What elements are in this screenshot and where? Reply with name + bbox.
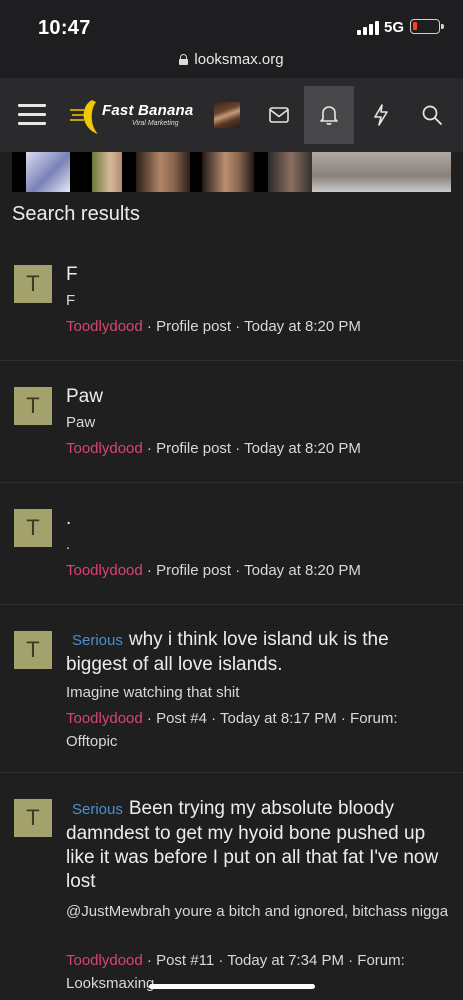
home-indicator[interactable] [149,984,315,989]
user-avatar[interactable] [214,102,240,128]
menu-icon[interactable] [18,102,46,126]
page-title: Search results [12,203,140,225]
search-result[interactable]: T Paw Paw Toodlydood · Profile post · To… [0,361,463,483]
avatar[interactable]: T [14,265,52,303]
result-title[interactable]: . [66,507,449,531]
signal-icon [357,21,379,35]
search-icon[interactable] [407,86,457,144]
bell-icon[interactable] [304,86,354,144]
mail-icon[interactable] [254,86,304,144]
result-title[interactable]: F [66,263,449,287]
thread-prefix[interactable]: Serious [72,632,123,649]
username-link[interactable]: Toodlydood [66,440,143,457]
search-result[interactable]: T Serious why i think love island uk is t… [0,605,463,773]
network-label: 5G [384,19,405,36]
result-snippet: . [66,536,71,553]
avatar[interactable]: T [14,631,52,669]
result-title[interactable]: Paw [66,385,449,409]
result-meta: Toodlydood · Profile post · Today at 8:2… [66,318,361,335]
search-result[interactable]: T . . Toodlydood · Profile post · Today … [0,483,463,605]
username-link[interactable]: Toodlydood [66,318,143,335]
username-link[interactable]: Toodlydood [66,952,143,969]
site-nav: Fast Banana Viral Marketing [0,78,463,152]
avatar[interactable]: T [14,509,52,547]
url-text: looksmax.org [194,51,284,68]
status-time: 10:47 [38,17,91,39]
username-link[interactable]: Toodlydood [66,710,143,727]
search-result[interactable]: T Serious Been trying my absolute bloody … [0,773,463,1000]
site-logo[interactable]: Fast Banana Viral Marketing [66,92,196,138]
banana-logo-icon [70,100,98,134]
result-title[interactable]: Serious why i think love island uk is the… [66,628,449,677]
browser-url-bar[interactable]: looksmax.org [0,44,463,78]
thread-prefix[interactable]: Serious [72,801,123,818]
result-meta: Toodlydood · Profile post · Today at 8:2… [66,562,361,579]
lock-icon [179,54,189,65]
battery-icon [410,19,444,34]
result-snippet: Paw [66,414,96,431]
bolt-icon[interactable] [356,86,406,144]
status-bar: 10:47 5G [0,0,463,44]
header-banner-image [12,152,451,192]
result-meta: Toodlydood · Post #4 · Today at 8:17 PM … [66,710,398,750]
avatar[interactable]: T [14,387,52,425]
result-snippet: F [66,292,76,309]
avatar[interactable]: T [14,799,52,837]
result-snippet: @JustMewbrah youre a bitch and ignored, … [66,903,449,920]
result-snippet: Imagine watching that shit [66,684,240,701]
username-link[interactable]: Toodlydood [66,562,143,579]
result-meta: Toodlydood · Profile post · Today at 8:2… [66,440,361,457]
brand-subtitle: Viral Marketing [132,120,179,127]
brand-name: Fast Banana [102,102,194,119]
result-title[interactable]: Serious Been trying my absolute bloody da… [66,797,449,894]
search-result[interactable]: T F F Toodlydood · Profile post · Today … [0,245,463,361]
